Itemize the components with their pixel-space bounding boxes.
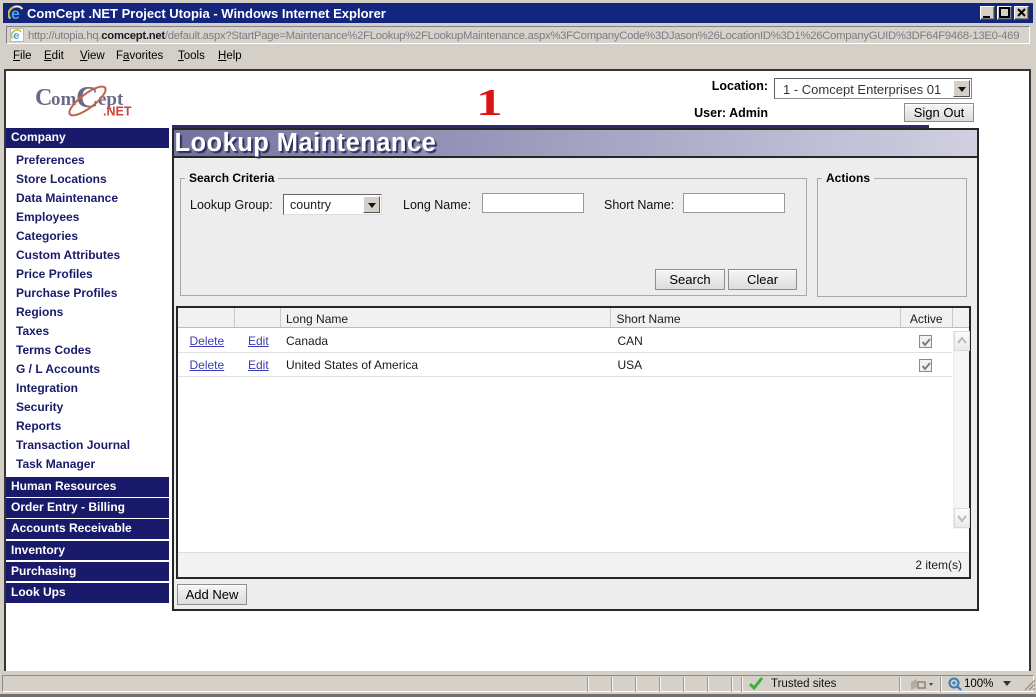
svg-text:.NET: .NET [103, 105, 132, 119]
svg-text:C: C [35, 85, 52, 111]
